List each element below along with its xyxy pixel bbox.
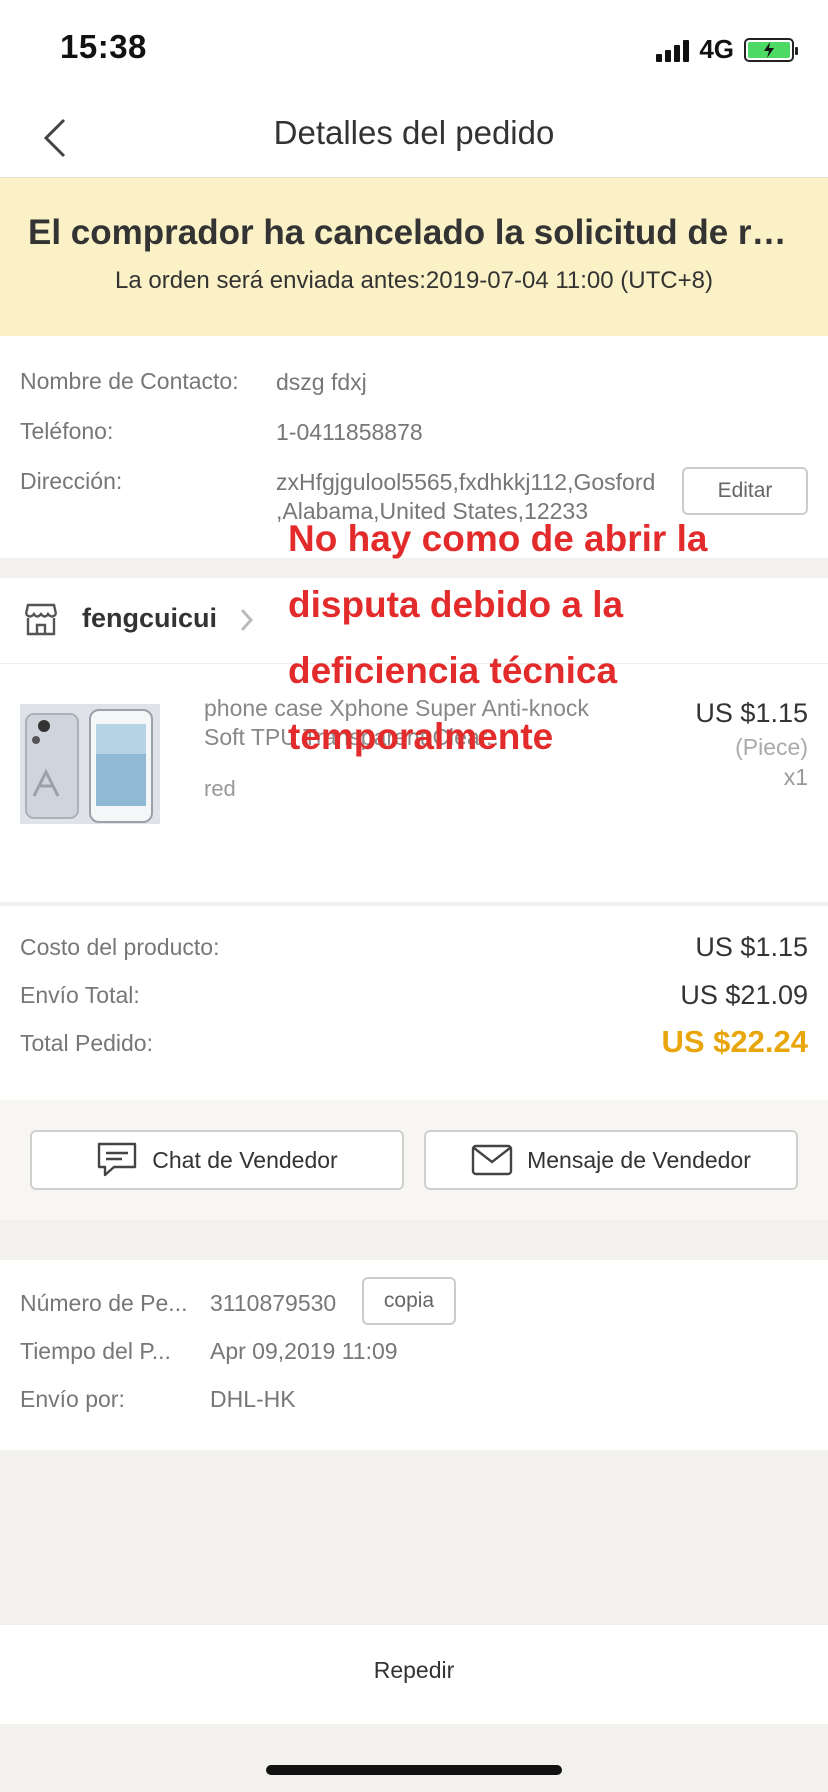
footer-bar: Repedir	[0, 1624, 828, 1724]
nav-bar: Detalles del pedido	[0, 98, 828, 178]
product-thumbnail	[20, 704, 160, 824]
order-info-section: Número de Pe... 3110879530 copia Tiempo …	[0, 1260, 828, 1450]
product-cost-value: US $1.15	[695, 932, 808, 962]
chevron-right-icon	[240, 608, 254, 632]
seller-actions: Chat de Vendedor Mensaje de Vendedor	[0, 1100, 828, 1220]
status-indicators: 4G	[656, 34, 798, 65]
page-title: Detalles del pedido	[273, 114, 555, 151]
order-time-label: Tiempo del P...	[20, 1338, 171, 1364]
store-icon	[24, 603, 58, 636]
contact-name-label: Nombre de Contacto:	[20, 368, 239, 394]
message-seller-label: Mensaje de Vendedor	[527, 1146, 751, 1173]
address-label: Dirección:	[20, 468, 123, 494]
shipping-method-value: DHL-HK	[210, 1386, 296, 1412]
message-seller-button[interactable]: Mensaje de Vendedor	[424, 1130, 798, 1190]
ship-deadline: La orden será enviada antes:2019-07-04 1…	[115, 267, 713, 294]
order-total-label: Total Pedido:	[20, 1030, 153, 1056]
order-time-value: Apr 09,2019 11:09	[210, 1338, 398, 1364]
chat-seller-label: Chat de Vendedor	[152, 1146, 338, 1173]
home-indicator	[266, 1765, 562, 1775]
order-number-value: 3110879530	[210, 1290, 337, 1316]
signal-icon	[656, 38, 690, 62]
phone-value: 1-0411858878	[276, 419, 423, 445]
mail-icon	[471, 1144, 513, 1176]
annotation-line-3: deficiencia técnica	[288, 650, 618, 691]
shipping-method-label: Envío por:	[20, 1386, 125, 1412]
reorder-button[interactable]: Repedir	[0, 1657, 828, 1684]
annotation-line-1: No hay como de abrir la	[288, 518, 708, 559]
store-name: fengcuicui	[82, 603, 218, 633]
shipping-total-label: Envío Total:	[20, 982, 140, 1008]
status-bar: 15:38 4G	[0, 0, 828, 98]
chat-icon	[98, 1142, 137, 1177]
status-time: 15:38	[60, 28, 147, 65]
order-total-value: US $22.24	[661, 1024, 809, 1059]
address-line-1: zxHfgjgulool5565,fxdhkkj112,Gosford	[276, 469, 656, 495]
product-variant: red	[204, 776, 236, 801]
order-number-label: Número de Pe...	[20, 1290, 188, 1316]
copy-order-number-button[interactable]: copia	[362, 1277, 456, 1325]
battery-icon	[744, 37, 798, 62]
annotation-line-4: temporalmente	[288, 716, 554, 757]
chat-seller-button[interactable]: Chat de Vendedor	[30, 1130, 404, 1190]
order-totals: Costo del producto: US $1.15 Envío Total…	[0, 906, 828, 1100]
network-type: 4G	[699, 34, 734, 64]
contact-name-value: dszg fdxj	[276, 369, 367, 395]
order-status-banner: El comprador ha cancelado la solicitud d…	[0, 178, 828, 336]
shipping-total-value: US $21.09	[680, 980, 808, 1010]
order-status-title: El comprador ha cancelado la solicitud d…	[28, 213, 804, 252]
phone-label: Teléfono:	[20, 418, 114, 444]
annotation-overlay: No hay como de abrir la disputa debido a…	[288, 506, 818, 770]
annotation-line-2: disputa debido a la	[288, 584, 624, 625]
product-cost-label: Costo del producto:	[20, 934, 220, 960]
